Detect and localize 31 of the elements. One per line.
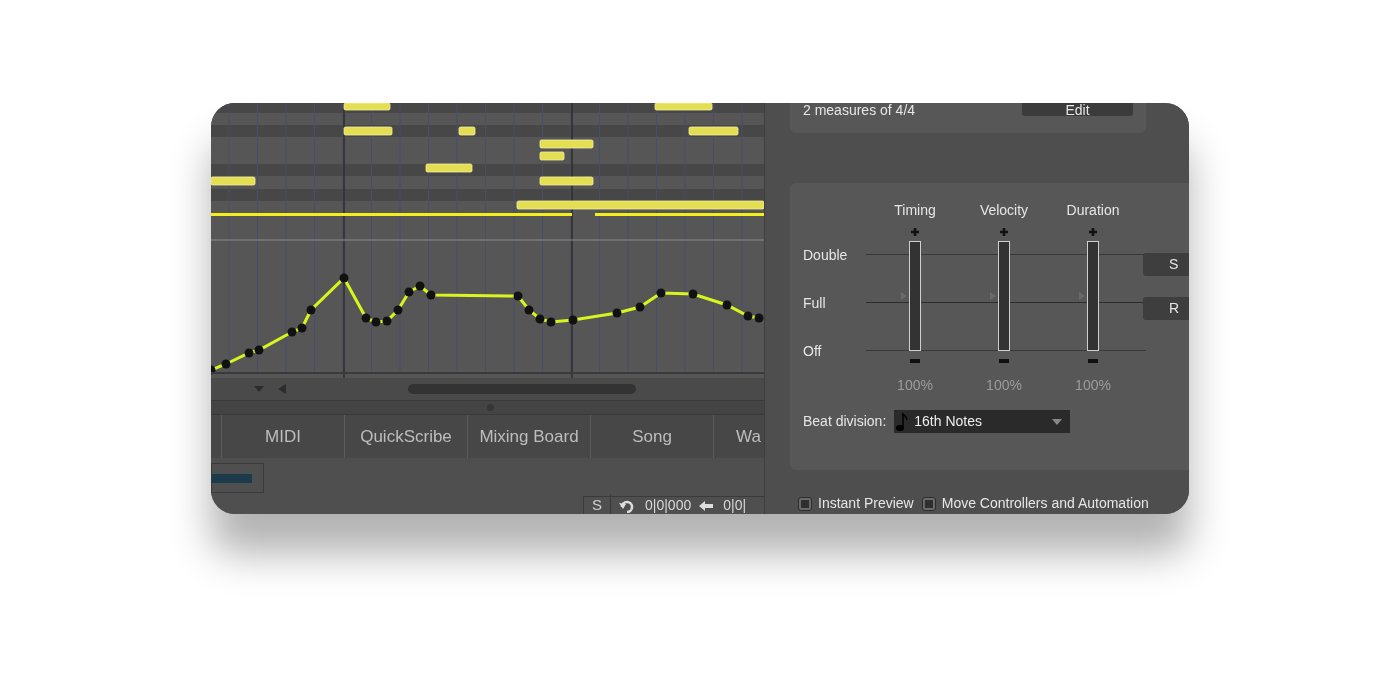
tab[interactable]: Wa — [714, 415, 764, 458]
down-triangle-icon[interactable] — [254, 386, 264, 392]
measures-text: 2 measures of 4/4 — [803, 103, 916, 119]
checkbox-label: Move Controllers and Automation — [941, 494, 1149, 513]
level-meter — [212, 473, 252, 483]
slider-label: Timing — [894, 201, 936, 220]
checkbox-label: Instant Preview — [818, 494, 914, 513]
beat-division-label: Beat division: — [803, 412, 887, 431]
plus-icon[interactable] — [999, 227, 1009, 237]
position-readout: 0|0| — [723, 496, 747, 514]
position-readout: 0|0|000 — [645, 496, 692, 514]
slider-reading: 100% — [986, 376, 1022, 395]
slider-reading: 100% — [1075, 376, 1111, 395]
plus-icon[interactable] — [910, 227, 920, 237]
side-button[interactable]: R — [1143, 297, 1189, 320]
solo-button[interactable]: S — [584, 494, 611, 514]
left-arrow-icon[interactable] — [699, 500, 714, 511]
scrollbar-thumb[interactable] — [408, 384, 636, 394]
beat-division-dropdown[interactable]: 16th Notes — [894, 410, 1071, 433]
slider-reading: 100% — [897, 376, 933, 395]
checkbox[interactable] — [921, 496, 936, 511]
side-button[interactable]: S — [1143, 253, 1189, 276]
slider-label: Velocity — [979, 201, 1029, 220]
left-triangle-icon[interactable] — [278, 384, 286, 394]
caret-icon — [1052, 418, 1063, 425]
slider-label: Duration — [1066, 201, 1120, 220]
edit-button[interactable]: Edit — [1022, 103, 1133, 116]
plus-icon[interactable] — [1088, 227, 1098, 237]
checkbox[interactable] — [798, 496, 812, 511]
note-icon — [896, 411, 909, 432]
undo-icon[interactable] — [619, 498, 635, 513]
